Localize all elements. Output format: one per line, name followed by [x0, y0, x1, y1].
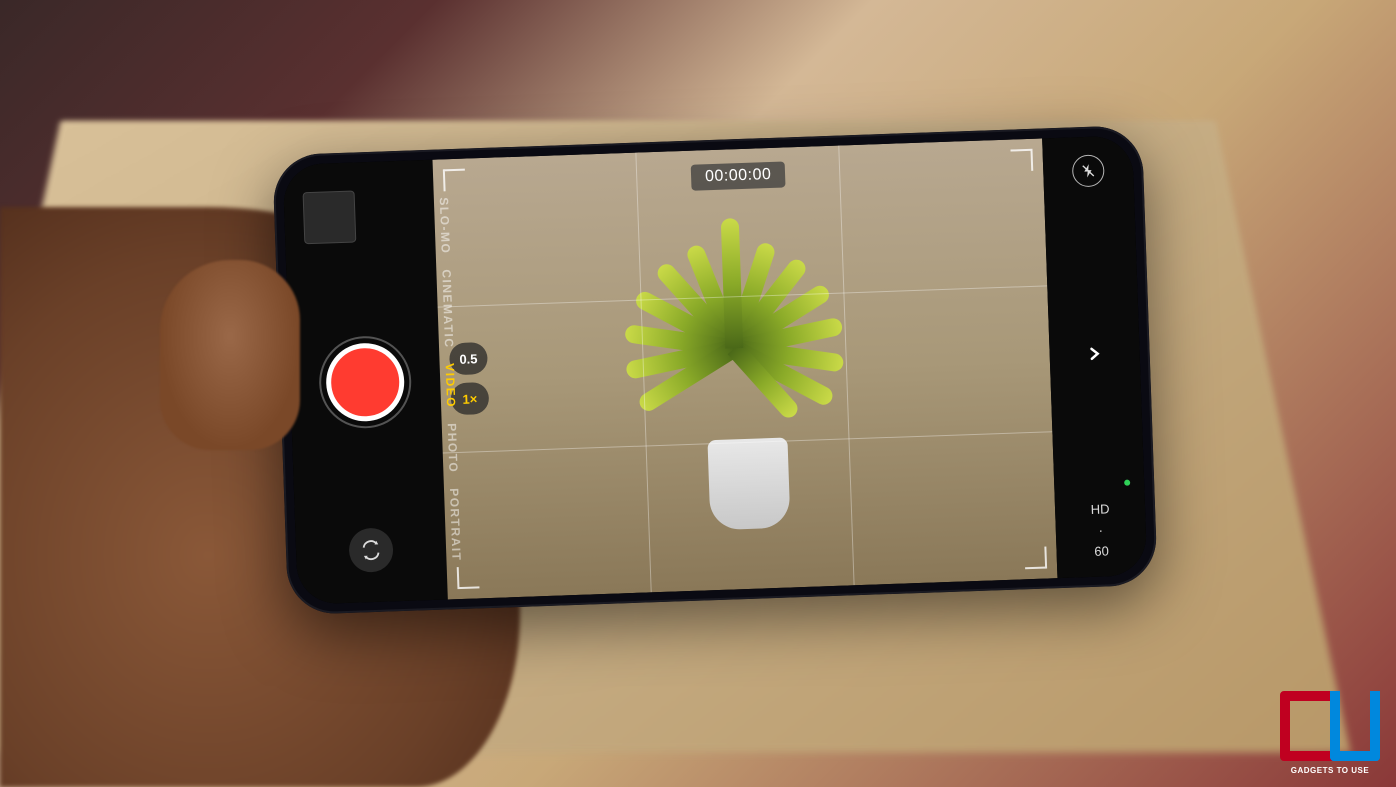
resolution-label[interactable]: HD: [1090, 501, 1109, 517]
phone-screen: SLO-MO CINEMATIC VIDEO PHOTO PORTRAIT: [283, 135, 1148, 604]
camera-right-controls: HD · 60: [1042, 135, 1147, 578]
thumb: [160, 260, 300, 450]
mode-cinematic[interactable]: CINEMATIC: [439, 269, 456, 349]
recording-timer: 00:00:00: [691, 161, 786, 190]
frame-corner: [1024, 547, 1047, 570]
watermark-u-icon: [1330, 691, 1380, 761]
fps-label[interactable]: 60: [1094, 543, 1109, 558]
camera-viewfinder[interactable]: 00:00:00 0.5 1×: [432, 138, 1057, 599]
watermark-logo: GADGETS TO USE: [1280, 691, 1380, 771]
flash-toggle-button[interactable]: [1072, 154, 1105, 187]
expand-controls-button[interactable]: [1087, 343, 1102, 371]
mode-portrait[interactable]: PORTRAIT: [447, 488, 464, 562]
mode-photo[interactable]: PHOTO: [445, 423, 461, 473]
flip-camera-icon: [360, 539, 383, 562]
frame-corner: [1010, 149, 1033, 172]
video-quality-info[interactable]: HD · 60: [1090, 501, 1111, 559]
last-capture-thumbnail[interactable]: [303, 190, 357, 244]
recording-indicator-dot: [1124, 480, 1130, 486]
chevron-right-icon: [1087, 343, 1102, 365]
subject-pot: [707, 438, 790, 531]
camera-left-controls: [283, 160, 448, 605]
watermark-text: GADGETS TO USE: [1280, 766, 1380, 775]
flash-off-icon: [1080, 163, 1097, 180]
flip-camera-button[interactable]: [348, 527, 394, 573]
subject-plant: [580, 223, 907, 454]
phone-device: SLO-MO CINEMATIC VIDEO PHOTO PORTRAIT: [272, 125, 1158, 615]
quality-separator: ·: [1098, 523, 1103, 538]
mode-slomo[interactable]: SLO-MO: [437, 197, 453, 254]
mode-video[interactable]: VIDEO: [443, 363, 459, 408]
